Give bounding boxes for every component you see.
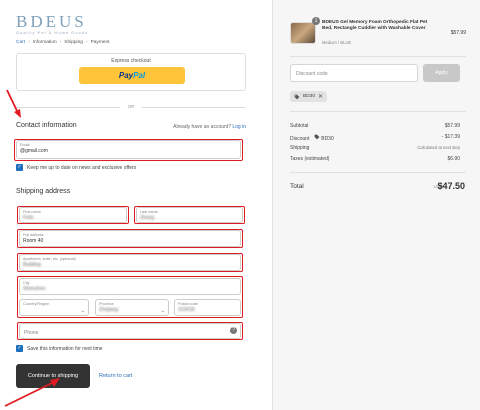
tag-icon: [294, 94, 300, 99]
contact-title: Contact information: [16, 122, 77, 129]
highlight-box: [14, 139, 243, 161]
breadcrumb-separator: ›: [28, 40, 30, 45]
highlight-box: [17, 276, 243, 318]
paypal-logo-pal: Pal: [133, 71, 146, 80]
paypal-button[interactable]: Pay Pal: [79, 67, 185, 84]
divider: [290, 172, 466, 173]
summary-row-taxes: Taxes (estimated) $6.90: [290, 156, 460, 162]
discount-code-input[interactable]: Discount code: [290, 64, 418, 82]
subtotal-value: $57.99: [444, 123, 460, 129]
divider: [290, 111, 466, 112]
summary-row-discount: Discount BD30 - $17.39: [290, 134, 460, 142]
total-value: $47.50: [437, 181, 465, 191]
express-checkout: Express checkout Pay Pal: [16, 53, 246, 91]
taxes-label: Taxes (estimated): [290, 156, 330, 162]
breadcrumb-separator: ›: [59, 40, 62, 45]
discount-label: Discount: [290, 136, 310, 142]
highlight-box: [134, 206, 245, 224]
highlight-box: [17, 322, 243, 340]
highlight-box: [17, 206, 129, 224]
check-icon: ✓: [16, 164, 23, 171]
breadcrumb-shipping: Shipping: [64, 40, 83, 45]
express-checkout-title: Express checkout: [111, 58, 151, 64]
total-label: Total: [290, 183, 304, 190]
product-thumbnail: [290, 22, 316, 44]
applied-code: BD30: [303, 94, 315, 99]
paypal-logo-pay: Pay: [118, 71, 134, 80]
highlight-box: [17, 229, 243, 248]
check-icon: ✓: [16, 345, 23, 352]
breadcrumb: Cart › Information › Shipping › Payment: [16, 40, 110, 45]
or-divider: OR: [16, 104, 246, 110]
store-tagline: Quality Pet & Home Goods: [16, 30, 89, 35]
apply-discount-button[interactable]: Apply: [423, 64, 460, 82]
login-prompt-text: Already have an account?: [173, 124, 231, 130]
breadcrumb-information: Information: [32, 40, 57, 45]
newsletter-checkbox[interactable]: ✓ Keep me up to date on news and exclusi…: [16, 164, 136, 171]
product-price: $57.99: [450, 30, 466, 36]
divider: [290, 56, 466, 57]
divider-line: [142, 107, 246, 108]
close-icon[interactable]: ✕: [318, 93, 323, 100]
applied-code-chip: BD30 ✕: [290, 91, 328, 102]
login-link[interactable]: Log in: [232, 124, 246, 130]
login-prompt: Already have an account? Log in: [173, 124, 246, 130]
annotation-arrow: [4, 378, 60, 407]
annotation-arrow: [6, 89, 21, 118]
product-variant: Medium / BLUE: [322, 40, 352, 45]
shipping-value: Calculated at next step: [417, 145, 460, 150]
highlight-box: [17, 253, 243, 272]
discount-value: - $17.39: [441, 134, 460, 140]
discount-code: BD30: [321, 136, 334, 142]
summary-row-subtotal: Subtotal $57.99: [290, 123, 460, 129]
taxes-value: $6.90: [447, 156, 460, 162]
breadcrumb-payment: Payment: [90, 40, 110, 45]
return-to-cart-link[interactable]: Return to cart: [99, 373, 132, 379]
shipping-title: Shipping address: [16, 188, 71, 195]
save-info-checkbox[interactable]: ✓ Save this information for next time: [16, 345, 103, 352]
order-summary: 1 BDEUS Gel Memory Foam Orthopedic Flat …: [272, 0, 480, 410]
checkout-main: BDEUS Quality Pet & Home Goods Cart › In…: [0, 0, 272, 410]
breadcrumb-separator: ›: [85, 40, 88, 45]
product-name: BDEUS Gel Memory Foam Orthopedic Flat Pe…: [322, 20, 428, 31]
save-info-label: Save this information for next time: [27, 345, 103, 352]
breadcrumb-cart[interactable]: Cart: [16, 40, 25, 45]
newsletter-label: Keep me up to date on news and exclusive…: [27, 164, 137, 171]
shipping-label: Shipping: [290, 145, 310, 151]
discount-placeholder: Discount code: [296, 71, 328, 77]
quantity-badge: 1: [312, 17, 320, 25]
store-logo[interactable]: BDEUS: [16, 12, 87, 32]
subtotal-label: Subtotal: [290, 123, 309, 129]
summary-row-shipping: Shipping Calculated at next step: [290, 145, 460, 151]
tag-icon: [314, 134, 320, 140]
